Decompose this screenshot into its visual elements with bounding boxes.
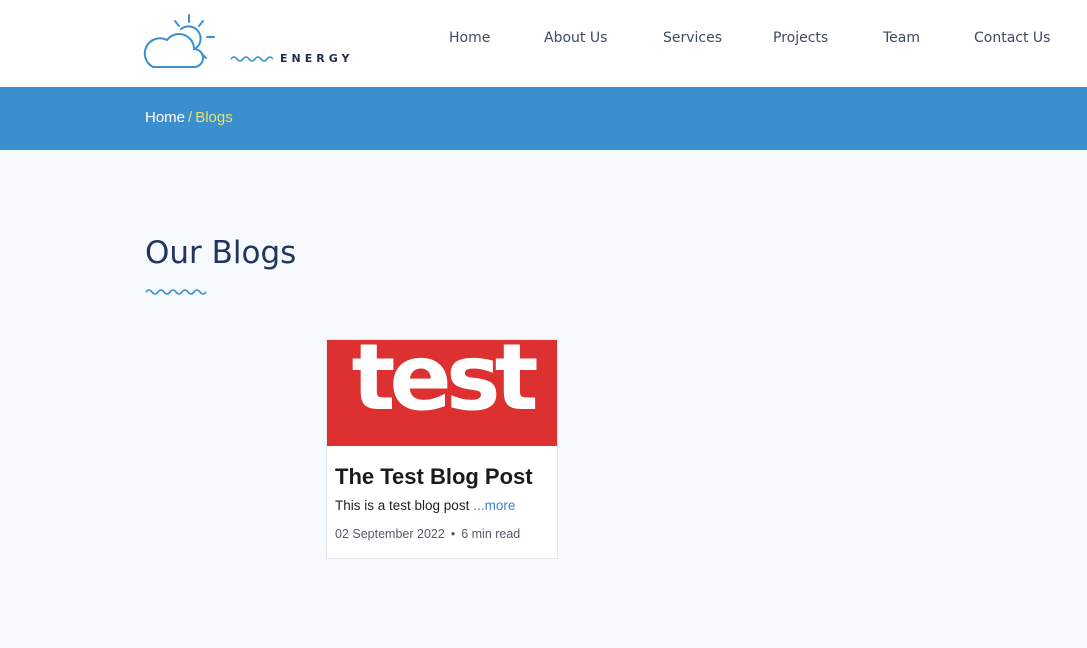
nav-team[interactable]: Team xyxy=(883,30,920,46)
blog-card-image-text: test xyxy=(351,340,538,431)
breadcrumb-current: Blogs xyxy=(195,109,233,126)
read-more-link[interactable]: ...more xyxy=(473,498,515,513)
blog-card-excerpt-text: This is a test blog post xyxy=(335,498,470,513)
blog-card-read-time: 6 min read xyxy=(461,527,521,541)
meta-separator: • xyxy=(450,527,456,541)
blog-card-date: 02 September 2022 xyxy=(335,527,445,541)
blog-card-excerpt: This is a test blog post ...more xyxy=(335,498,515,513)
main-nav: Home About Us Services Projects Team Con… xyxy=(449,30,1087,52)
breadcrumb: Home / Blogs xyxy=(145,109,233,126)
nav-about-us[interactable]: About Us xyxy=(544,30,607,46)
nav-contact-us[interactable]: Contact Us xyxy=(974,30,1050,46)
page-title: Our Blogs xyxy=(145,235,297,271)
nav-services[interactable]: Services xyxy=(663,30,722,46)
breadcrumb-separator: / xyxy=(188,109,193,126)
wave-icon xyxy=(230,56,273,62)
nav-projects[interactable]: Projects xyxy=(773,30,828,46)
nav-home[interactable]: Home xyxy=(449,30,490,46)
blog-card-meta: 02 September 2022 • 6 min read xyxy=(335,527,520,541)
blog-card-image[interactable]: test xyxy=(327,340,557,446)
wave-icon xyxy=(145,289,207,295)
breadcrumb-home[interactable]: Home xyxy=(145,109,185,126)
blog-card-title[interactable]: The Test Blog Post xyxy=(335,464,533,490)
breadcrumb-bar: Home / Blogs xyxy=(0,87,1087,150)
site-logo[interactable]: ENERGY xyxy=(139,12,359,72)
blog-card[interactable]: test The Test Blog Post This is a test b… xyxy=(326,339,558,559)
site-header: ENERGY Home About Us Services Projects T… xyxy=(0,0,1087,87)
sun-cloud-icon xyxy=(143,14,215,68)
logo-wordmark: ENERGY xyxy=(280,52,354,65)
